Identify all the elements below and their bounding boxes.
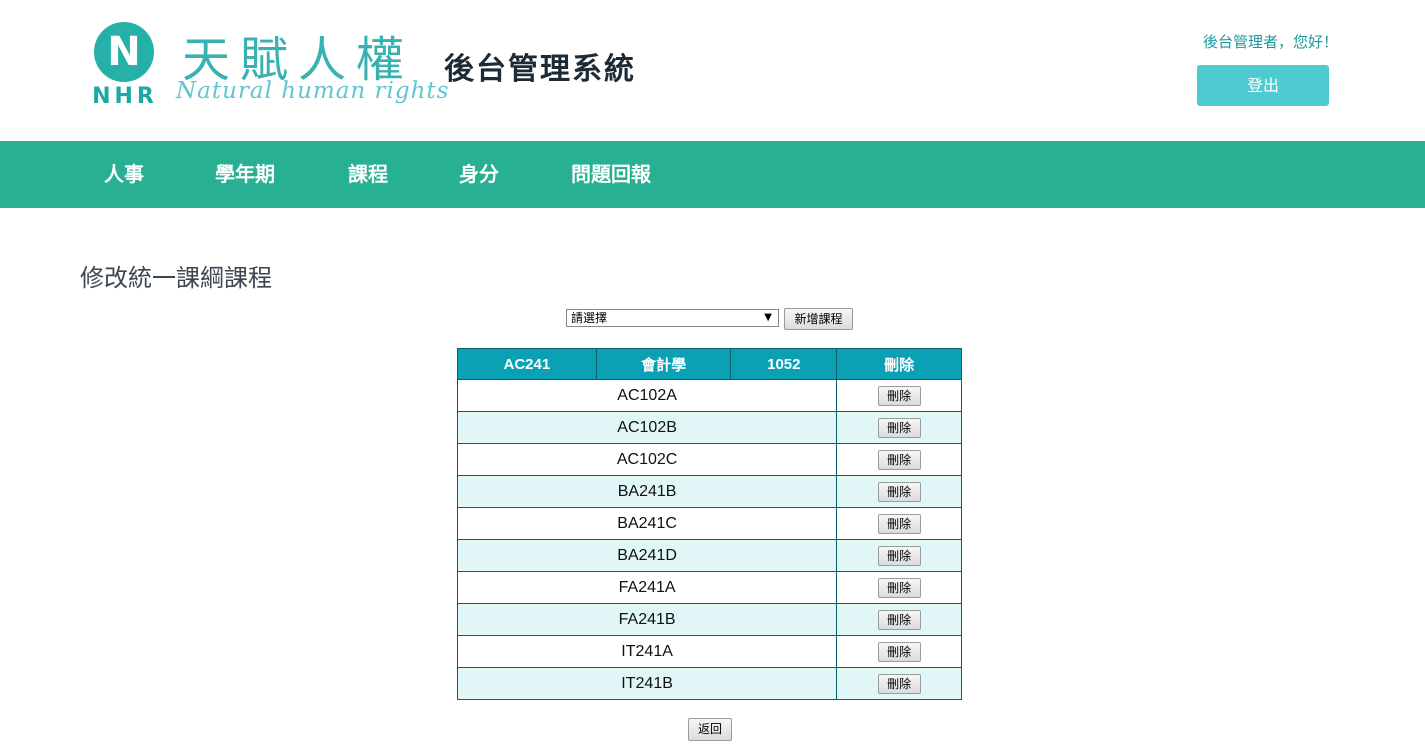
add-course-button[interactable]: 新增課程	[784, 308, 853, 330]
table-cell-action: 刪除	[836, 411, 962, 444]
table-cell-course-code: BA241B	[456, 475, 838, 508]
delete-button[interactable]: 刪除	[877, 417, 921, 438]
nav-item-personnel[interactable]: 人事	[104, 141, 144, 208]
table-cell-course-code: AC102A	[456, 379, 838, 412]
logout-button[interactable]: 登出	[1197, 65, 1329, 106]
delete-button[interactable]: 刪除	[877, 641, 921, 662]
delete-button[interactable]: 刪除	[877, 609, 921, 630]
delete-button[interactable]: 刪除	[877, 545, 921, 566]
table-row: IT241A 刪除	[456, 635, 962, 668]
page-title: 修改統一課綱課程	[80, 264, 272, 292]
delete-button[interactable]: 刪除	[877, 481, 921, 502]
table-header-code: AC241	[457, 348, 597, 380]
table-row: FA241A 刪除	[456, 571, 962, 604]
delete-button[interactable]: 刪除	[877, 385, 921, 406]
table-cell-action: 刪除	[836, 603, 962, 636]
table-row: BA241B 刪除	[456, 475, 962, 508]
nav-item-academic-term[interactable]: 學年期	[215, 141, 275, 208]
table-cell-course-code: FA241B	[456, 603, 838, 636]
main-nav: 人事 學年期 課程 身分 問題回報	[0, 141, 1425, 208]
logo-letter: N	[107, 29, 141, 75]
table-row: AC102C 刪除	[456, 443, 962, 476]
delete-button[interactable]: 刪除	[877, 577, 921, 598]
table-row: BA241D 刪除	[456, 539, 962, 572]
table-cell-action: 刪除	[836, 571, 962, 604]
delete-button[interactable]: 刪除	[877, 449, 921, 470]
table-cell-course-code: BA241D	[456, 539, 838, 572]
logo-english-text: Natural human rights	[176, 78, 450, 104]
table-cell-course-code: FA241A	[456, 571, 838, 604]
nav-item-issue-report[interactable]: 問題回報	[571, 141, 651, 208]
logo-mark: N	[94, 22, 154, 82]
table-cell-action: 刪除	[836, 379, 962, 412]
table-cell-course-code: BA241C	[456, 507, 838, 540]
dropdown-arrow-icon: ▼	[764, 312, 772, 323]
table-header-name: 會計學	[595, 348, 732, 380]
table-cell-course-code: IT241B	[456, 667, 838, 700]
logo-abbr: NHR	[92, 84, 158, 109]
table-header-row: AC241 會計學 1052 刪除	[457, 348, 962, 380]
table-cell-course-code: AC102B	[456, 411, 838, 444]
delete-button[interactable]: 刪除	[877, 513, 921, 534]
nav-item-courses[interactable]: 課程	[348, 141, 388, 208]
course-select[interactable]: 請選擇 ▼	[566, 309, 779, 327]
system-title: 後台管理系統	[444, 52, 636, 87]
table-header-term: 1052	[730, 348, 838, 380]
table-row: AC102A 刪除	[456, 379, 962, 412]
site-header: N NHR 天賦人權 Natural human rights 後台管理系統 後…	[0, 0, 1425, 141]
table-cell-action: 刪除	[836, 667, 962, 700]
table-cell-action: 刪除	[836, 475, 962, 508]
table-header-delete: 刪除	[836, 348, 962, 380]
table-row: IT241B 刪除	[456, 667, 962, 700]
user-greeting: 後台管理者，您好！	[1202, 33, 1338, 51]
nav-item-identity[interactable]: 身分	[459, 141, 499, 208]
table-row: BA241C 刪除	[456, 507, 962, 540]
table-cell-action: 刪除	[836, 539, 962, 572]
table-row: FA241B 刪除	[456, 603, 962, 636]
table-cell-action: 刪除	[836, 635, 962, 668]
table-cell-action: 刪除	[836, 507, 962, 540]
table-cell-course-code: AC102C	[456, 443, 838, 476]
table-cell-course-code: IT241A	[456, 635, 838, 668]
back-button[interactable]: 返回	[688, 718, 732, 741]
course-table: AC241 會計學 1052 刪除 AC102A 刪除 AC102B 刪除 AC…	[456, 348, 962, 700]
course-select-value: 請選擇	[571, 311, 608, 325]
table-row: AC102B 刪除	[456, 411, 962, 444]
table-cell-action: 刪除	[836, 443, 962, 476]
delete-button[interactable]: 刪除	[877, 673, 921, 694]
